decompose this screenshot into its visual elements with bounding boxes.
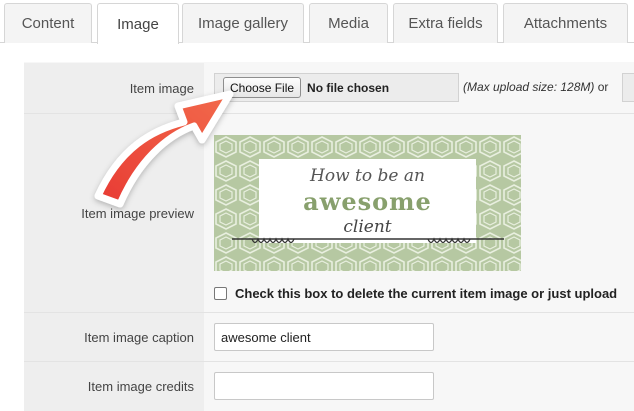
image-url-field[interactable] (622, 73, 634, 102)
caption-input[interactable]: awesome client (214, 323, 434, 351)
or-text: or (597, 80, 609, 94)
item-image-caption-label: Item image caption (24, 313, 204, 361)
flourish-ornament (232, 237, 504, 244)
tab-image-gallery[interactable]: Image gallery (182, 3, 304, 43)
credits-input[interactable] (214, 372, 434, 400)
tab-media[interactable]: Media (309, 3, 388, 43)
no-file-text: No file chosen (307, 80, 390, 95)
delete-image-checkbox[interactable] (214, 287, 227, 300)
delete-image-checkbox-row[interactable]: Check this box to delete the current ite… (214, 286, 617, 301)
preview-line-2: awesome (303, 187, 432, 216)
tab-bar: Content Image Image gallery Media Extra … (0, 0, 634, 44)
item-image-credits-label: Item image credits (24, 362, 204, 411)
file-input[interactable]: Choose File No file chosen (214, 73, 459, 102)
tab-attachments[interactable]: Attachments (503, 3, 628, 43)
tab-content[interactable]: Content (4, 3, 92, 43)
pointer-arrow-icon (94, 90, 234, 208)
preview-line-1: How to be an (310, 166, 425, 186)
item-image-preview: How to be an awesome client (214, 135, 521, 271)
tab-image[interactable]: Image (97, 3, 179, 44)
preview-title-card: How to be an awesome client (259, 159, 476, 243)
tab-extra-fields[interactable]: Extra fields (393, 3, 498, 43)
delete-image-checkbox-label: Check this box to delete the current ite… (235, 286, 618, 301)
preview-line-3: client (343, 217, 392, 237)
max-upload-note: (Max upload size: 128M) or (463, 80, 609, 94)
